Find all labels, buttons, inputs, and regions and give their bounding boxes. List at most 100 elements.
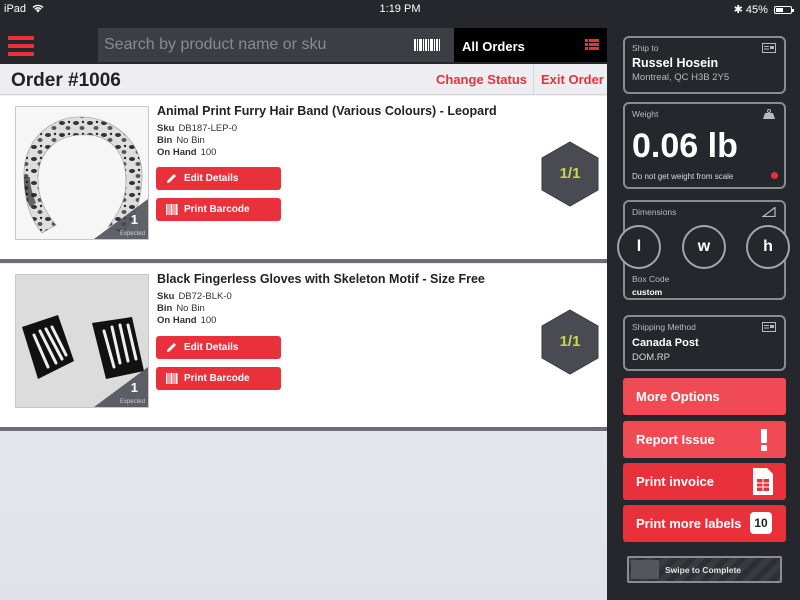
product-image-headband: 1 Expected: [15, 106, 149, 240]
weight-card[interactable]: Weight 0.06 lb Do not get weight from sc…: [623, 102, 786, 189]
print-labels-label: Print more labels: [636, 516, 742, 531]
sku-row: Sku DB187-LEP-0: [157, 123, 237, 134]
weight-label: Weight: [632, 109, 659, 119]
status-right: ✱ 45%: [733, 3, 794, 16]
weight-value: 0.06 lb: [632, 127, 738, 165]
report-issue-button[interactable]: Report Issue: [623, 421, 786, 458]
bin-row: Bin No Bin: [157, 135, 205, 146]
print-barcode-label: Print Barcode: [184, 204, 250, 215]
box-code-label: Box Code: [632, 274, 670, 284]
edit-details-label: Edit Details: [184, 173, 239, 184]
bin-label: Bin: [157, 135, 173, 146]
ship-to-card[interactable]: Ship to Russel Hosein Montreal, QC H3B 2…: [623, 36, 786, 94]
product-name: Black Fingerless Gloves with Skeleton Mo…: [157, 272, 485, 286]
edit-details-button[interactable]: Edit Details: [156, 336, 281, 359]
divider: [533, 64, 534, 95]
exit-order-button[interactable]: Exit Order: [541, 72, 604, 87]
width-input[interactable]: w: [682, 225, 726, 269]
swipe-label: Swipe to Complete: [665, 565, 742, 575]
swipe-handle[interactable]: [631, 560, 659, 579]
on-hand-row: On Hand 100: [157, 315, 216, 326]
list-view-icon[interactable]: [585, 39, 599, 50]
sku-value: DB187-LEP-0: [178, 123, 238, 134]
scale-weight-icon: [763, 109, 775, 119]
menu-button[interactable]: [8, 36, 34, 58]
invoice-document-icon: [753, 468, 773, 495]
dimensions-label: Dimensions: [632, 207, 677, 217]
shipping-panel: Ship to Russel Hosein Montreal, QC H3B 2…: [607, 0, 800, 600]
address-card-icon: [762, 43, 776, 53]
order-item: 1 Expected Animal Print Furry Hair Band …: [0, 96, 607, 259]
expected-label: Expected: [119, 231, 145, 237]
print-labels-button[interactable]: Print more labels 10: [623, 505, 786, 542]
print-barcode-button[interactable]: Print Barcode: [156, 367, 281, 390]
barcode-icon: [166, 204, 178, 215]
weight-note: Do not get weight from scale: [632, 172, 734, 181]
expected-count: 1: [130, 380, 138, 395]
pencil-icon: [167, 343, 176, 352]
status-time: 1:19 PM: [379, 3, 421, 15]
search-input[interactable]: [104, 36, 404, 54]
shipping-card-icon: [762, 322, 776, 332]
more-options-button[interactable]: More Options: [623, 378, 786, 415]
change-status-button[interactable]: Change Status: [436, 72, 527, 87]
product-image-gloves: 1 Expected: [15, 274, 149, 408]
orders-filter-dropdown[interactable]: All Orders: [454, 28, 607, 62]
battery-percent: 45%: [745, 4, 768, 16]
edit-details-label: Edit Details: [184, 342, 239, 353]
bin-value: No Bin: [176, 303, 205, 314]
service-code: DOM.RP: [632, 352, 670, 363]
on-hand-label: On Hand: [157, 315, 197, 326]
order-header: Order #1006 Change Status Exit Order: [0, 64, 607, 95]
order-item: 1 Expected Black Fingerless Gloves with …: [0, 264, 607, 427]
print-invoice-label: Print invoice: [636, 474, 715, 489]
bluetooth-icon: ✱: [733, 4, 743, 16]
sku-label: Sku: [157, 123, 175, 134]
product-name: Animal Print Furry Hair Band (Various Co…: [157, 104, 497, 118]
status-bar: iPad 1:19 PM ✱ 45%: [0, 0, 800, 18]
box-code-value[interactable]: custom: [632, 287, 662, 297]
on-hand-value: 100: [200, 315, 217, 326]
order-title: Order #1006: [11, 70, 121, 91]
dimensions-card: Dimensions l w h Box Code custom: [617, 200, 790, 300]
item-divider: [0, 427, 607, 431]
height-input[interactable]: h: [746, 225, 790, 269]
print-barcode-label: Print Barcode: [184, 373, 250, 384]
bin-value: No Bin: [176, 135, 205, 146]
ship-to-label: Ship to: [632, 43, 659, 53]
barcode-scan-icon[interactable]: [414, 39, 440, 51]
shipping-method-card[interactable]: Shipping Method Canada Post DOM.RP: [623, 315, 786, 371]
on-hand-label: On Hand: [157, 147, 197, 158]
carrier-name: Canada Post: [632, 337, 699, 349]
swipe-to-complete-slider[interactable]: Swipe to Complete: [627, 556, 782, 583]
barcode-icon: [166, 373, 178, 384]
order-pane: All Orders Order #1006 Change Status Exi…: [0, 0, 607, 600]
sku-value: DB72-BLK-0: [178, 291, 232, 302]
labels-count-badge: 10: [750, 512, 772, 534]
item-divider: [0, 259, 607, 263]
on-hand-value: 100: [200, 147, 217, 158]
length-input[interactable]: l: [617, 225, 661, 269]
search-bar: [98, 28, 454, 62]
orders-filter-label: All Orders: [462, 39, 525, 54]
recipient-address: Montreal, QC H3B 2Y5: [632, 72, 730, 83]
report-issue-label: Report Issue: [636, 432, 715, 447]
exclamation-icon: [761, 429, 767, 451]
scale-status-dot: [771, 172, 778, 179]
on-hand-row: On Hand 100: [157, 147, 216, 158]
ruler-triangle-icon: [762, 207, 776, 217]
pick-count-hexagon[interactable]: 1/1: [540, 309, 600, 375]
battery-icon: [774, 6, 794, 14]
print-barcode-button[interactable]: Print Barcode: [156, 198, 281, 221]
shipping-method-label: Shipping Method: [632, 322, 696, 332]
recipient-name: Russel Hosein: [632, 56, 719, 70]
bin-row: Bin No Bin: [157, 303, 205, 314]
sku-row: Sku DB72-BLK-0: [157, 291, 232, 302]
pick-count: 1/1: [559, 165, 581, 182]
print-invoice-button[interactable]: Print invoice: [623, 463, 786, 500]
edit-details-button[interactable]: Edit Details: [156, 167, 281, 190]
pencil-icon: [167, 174, 176, 183]
more-options-label: More Options: [636, 389, 720, 404]
pick-count-hexagon[interactable]: 1/1: [540, 141, 600, 207]
sku-label: Sku: [157, 291, 175, 302]
